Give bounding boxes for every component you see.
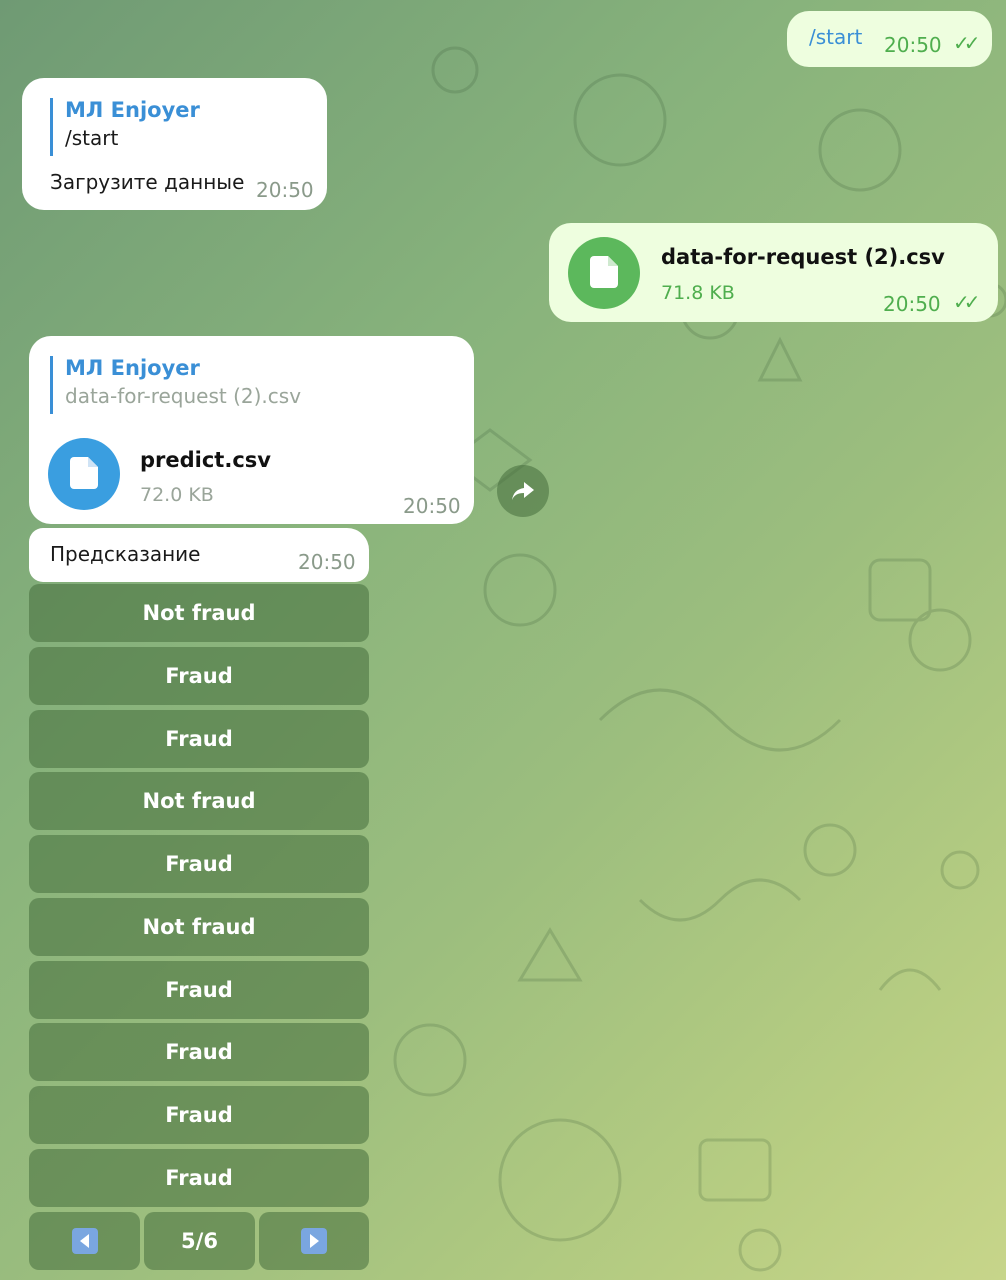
keyboard-button-1[interactable]: Not fraud <box>29 584 369 642</box>
file-name[interactable]: predict.csv <box>140 448 271 472</box>
reply-author: МЛ Enjoyer <box>65 98 200 122</box>
keyboard-button-10[interactable]: Fraud <box>29 1149 369 1207</box>
message-time: 20:50 <box>403 494 461 518</box>
keyboard-button-7[interactable]: Fraud <box>29 961 369 1019</box>
keyboard-button-2[interactable]: Fraud <box>29 647 369 705</box>
prev-arrow-icon <box>71 1228 98 1254</box>
message-time: 20:50 <box>883 292 941 316</box>
reply-quote[interactable]: МЛ Enjoyer data-for-request (2).csv <box>50 356 301 414</box>
file-size: 72.0 KB <box>140 484 214 506</box>
message-text: Предсказание <box>50 542 201 566</box>
message-time: 20:50 <box>256 178 314 202</box>
incoming-file-message[interactable]: МЛ Enjoyer data-for-request (2).csv pred… <box>29 336 474 524</box>
keyboard-button-4[interactable]: Not fraud <box>29 772 369 830</box>
reply-text: /start <box>65 126 119 150</box>
incoming-message-prediction[interactable]: Предсказание 20:50 <box>29 528 369 582</box>
reply-text: data-for-request (2).csv <box>65 384 302 408</box>
outgoing-message-start[interactable]: /start 20:50 ✓✓ <box>787 11 992 67</box>
message-text: /start <box>809 25 863 49</box>
file-name[interactable]: data-for-request (2).csv <box>661 245 945 269</box>
message-text: Загрузите данные <box>50 170 245 194</box>
share-button[interactable] <box>497 465 549 517</box>
next-page-button[interactable] <box>259 1212 369 1270</box>
keyboard-button-6[interactable]: Not fraud <box>29 898 369 956</box>
keyboard-button-8[interactable]: Fraud <box>29 1023 369 1081</box>
document-icon[interactable] <box>48 438 120 510</box>
incoming-message-upload-prompt[interactable]: МЛ Enjoyer /start Загрузите данные 20:50 <box>22 78 327 210</box>
message-time: 20:50 <box>884 33 942 57</box>
keyboard-button-3[interactable]: Fraud <box>29 710 369 768</box>
outgoing-file-message[interactable]: data-for-request (2).csv 71.8 KB 20:50 ✓… <box>549 223 998 322</box>
page-indicator-button[interactable]: 5/6 <box>144 1212 255 1270</box>
share-icon <box>512 482 534 500</box>
file-size: 71.8 KB <box>661 282 735 304</box>
keyboard-button-9[interactable]: Fraud <box>29 1086 369 1144</box>
next-arrow-icon <box>301 1228 327 1254</box>
document-icon[interactable] <box>568 237 640 309</box>
message-time: 20:50 <box>298 550 356 574</box>
prev-page-button[interactable] <box>29 1212 140 1270</box>
keyboard-button-5[interactable]: Fraud <box>29 835 369 893</box>
double-check-icon: ✓✓ <box>953 290 980 314</box>
double-check-icon: ✓✓ <box>953 31 980 55</box>
reply-author: МЛ Enjoyer <box>65 356 200 380</box>
reply-quote[interactable]: МЛ Enjoyer /start <box>50 98 200 156</box>
